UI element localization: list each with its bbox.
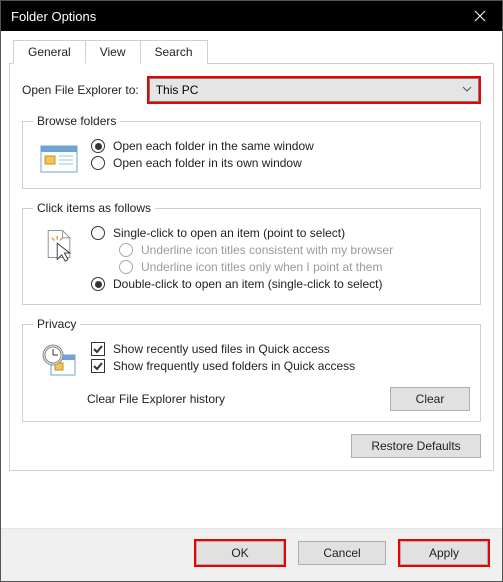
radio-icon (91, 139, 105, 153)
double-click-label: Double-click to open an item (single-cli… (113, 277, 382, 291)
open-explorer-value: This PC (156, 83, 199, 97)
apply-highlight: Apply (398, 539, 490, 567)
click-items-group: Click items as follows Single-click to o… (22, 201, 481, 305)
radio-icon (119, 260, 133, 274)
ok-highlight: OK (194, 539, 286, 567)
titlebar: Folder Options (1, 1, 502, 31)
restore-defaults-button[interactable]: Restore Defaults (351, 434, 481, 458)
radio-icon (91, 277, 105, 291)
browse-folders-group: Browse folders Open each folder in the s… (22, 114, 481, 189)
chevron-down-icon (462, 83, 472, 97)
open-explorer-label: Open File Explorer to: (22, 83, 139, 97)
privacy-history-icon (37, 341, 81, 381)
double-click-option[interactable]: Double-click to open an item (single-cli… (91, 277, 470, 291)
browse-same-window-option[interactable]: Open each folder in the same window (91, 139, 470, 153)
privacy-group: Privacy Show recently used files in Quic… (22, 317, 481, 422)
single-click-option[interactable]: Single-click to open an item (point to s… (91, 226, 470, 240)
ok-button[interactable]: OK (196, 541, 284, 565)
underline-browser-option: Underline icon titles consistent with my… (119, 243, 470, 257)
click-items-legend: Click items as follows (33, 201, 155, 215)
cancel-button[interactable]: Cancel (298, 541, 386, 565)
tab-view[interactable]: View (85, 40, 141, 64)
open-explorer-dropdown[interactable]: This PC (149, 78, 479, 102)
restore-row: Restore Defaults (22, 434, 481, 458)
open-explorer-row: Open File Explorer to: This PC (22, 76, 481, 104)
close-button[interactable] (457, 1, 502, 31)
browse-own-window-label: Open each folder in its own window (113, 156, 302, 170)
clear-button[interactable]: Clear (390, 387, 470, 411)
frequent-folders-option[interactable]: Show frequently used folders in Quick ac… (91, 359, 470, 373)
folder-window-icon (37, 138, 81, 178)
tab-search[interactable]: Search (140, 40, 208, 64)
clear-history-label: Clear File Explorer history (87, 392, 225, 406)
tab-general[interactable]: General (13, 40, 86, 64)
browse-folders-legend: Browse folders (33, 114, 120, 128)
browse-same-window-label: Open each folder in the same window (113, 139, 314, 153)
window-title: Folder Options (11, 9, 96, 24)
radio-icon (91, 226, 105, 240)
underline-point-option: Underline icon titles only when I point … (119, 260, 470, 274)
underline-point-label: Underline icon titles only when I point … (141, 260, 382, 274)
privacy-legend: Privacy (33, 317, 80, 331)
cursor-click-icon (37, 225, 81, 265)
radio-icon (91, 156, 105, 170)
checkbox-icon (91, 342, 105, 356)
tab-bar: General View Search (13, 40, 494, 64)
dialog-content: General View Search Open File Explorer t… (1, 31, 502, 528)
tab-panel-general: Open File Explorer to: This PC Browse fo… (9, 63, 494, 471)
single-click-label: Single-click to open an item (point to s… (113, 226, 345, 240)
recent-files-label: Show recently used files in Quick access (113, 342, 330, 356)
folder-options-window: Folder Options General View Search Open … (0, 0, 503, 582)
cancel-wrap: Cancel (296, 539, 388, 567)
apply-button[interactable]: Apply (400, 541, 488, 565)
clear-history-row: Clear File Explorer history Clear (33, 387, 470, 411)
checkbox-icon (91, 359, 105, 373)
radio-icon (119, 243, 133, 257)
dialog-footer: OK Cancel Apply (1, 528, 502, 581)
recent-files-option[interactable]: Show recently used files in Quick access (91, 342, 470, 356)
frequent-folders-label: Show frequently used folders in Quick ac… (113, 359, 355, 373)
browse-own-window-option[interactable]: Open each folder in its own window (91, 156, 470, 170)
close-icon (474, 10, 486, 22)
open-explorer-highlight: This PC (147, 76, 481, 104)
underline-browser-label: Underline icon titles consistent with my… (141, 243, 393, 257)
